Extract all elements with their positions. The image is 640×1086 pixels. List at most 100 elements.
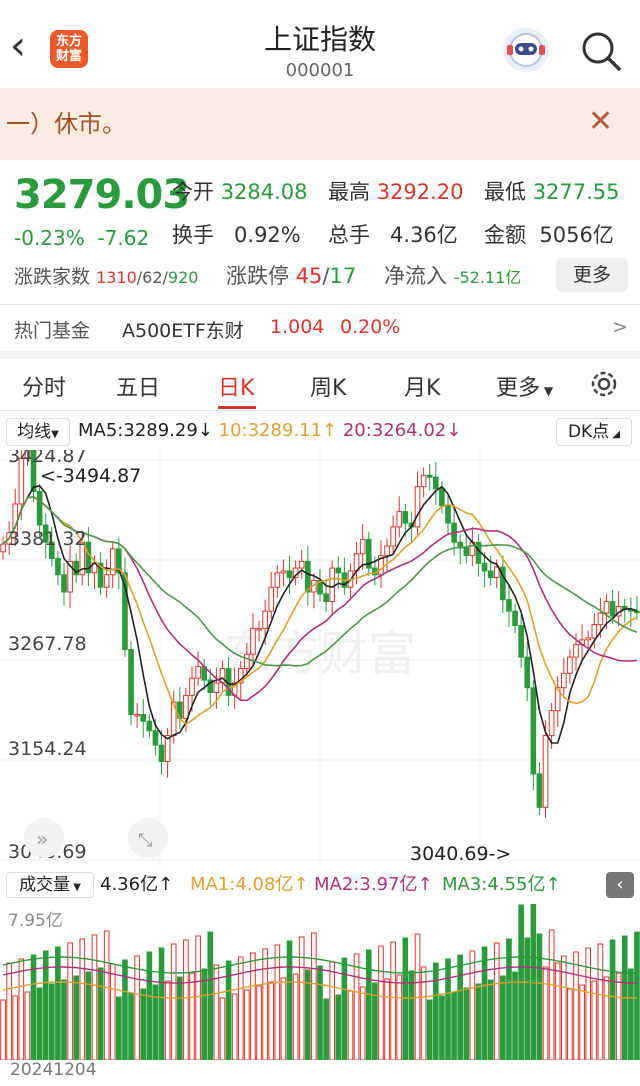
candle-body [463, 547, 470, 557]
date-label: 20241204 [10, 1060, 97, 1080]
candle-body [0, 543, 6, 553]
candle-body [109, 548, 116, 576]
assistant-robot-icon[interactable] [503, 28, 549, 72]
active-tab-indicator [218, 406, 256, 409]
chevron-right-icon: > [612, 316, 628, 338]
turnover-row: 换手 0.92% [172, 219, 301, 249]
volume-bar [55, 946, 61, 1061]
open-label: 今开 [172, 180, 214, 204]
volume-bar [384, 978, 390, 1061]
volume-bar [469, 950, 476, 1061]
volume-bar [512, 971, 518, 1061]
high-annotation: <-3494.87 [40, 465, 141, 487]
candle-body [445, 505, 451, 524]
volume-bar [609, 939, 616, 1061]
volume-bar [487, 979, 494, 1061]
volume-legend: 成交量 ▼ 4.36亿↑ MA1:4.08亿↑ MA2:3.97亿↑ MA3:4… [0, 870, 640, 900]
volume-bar [79, 938, 86, 1061]
low-annotation: 3040.69-> [410, 843, 511, 865]
volume-bar [189, 972, 195, 1061]
amount-row: 金额 5056亿 [484, 219, 614, 249]
turnover-value: 0.92% [234, 223, 301, 247]
ma-select[interactable]: 均线▼ [6, 418, 70, 446]
tab-monthly-k[interactable]: 月K [404, 370, 440, 402]
candle-body [384, 545, 390, 557]
candle-body [481, 562, 488, 572]
dk-point-select[interactable]: DK点 ◢ [556, 418, 632, 446]
volume-bar [365, 949, 372, 1061]
volume-select[interactable]: 成交量 ▼ [6, 872, 94, 898]
tab-daily-k[interactable]: 日K [218, 370, 254, 402]
candle-body [183, 694, 189, 719]
volume-bar [6, 962, 12, 1061]
volume-bar [250, 952, 256, 1061]
candle-body [146, 720, 153, 732]
volume-bar [140, 988, 147, 1061]
volume-bar [298, 936, 305, 1061]
volume-bar [347, 990, 354, 1061]
candle-body [426, 474, 433, 478]
candle-body [134, 714, 140, 717]
adv-up: 1310 [96, 268, 137, 287]
volume-bar [353, 953, 360, 1061]
volume-bar [109, 963, 116, 1061]
volume-bar [524, 937, 531, 1061]
volume-bar [256, 985, 262, 1061]
y-axis-label: 3267.78 [8, 633, 87, 655]
volume-ma1: MA1:4.08亿↑ [190, 874, 309, 895]
candle-body [359, 538, 366, 555]
tab-intraday[interactable]: 分时 [22, 370, 66, 402]
inflow-row: 净流入 -52.11亿 [384, 260, 521, 290]
volume-bar [18, 958, 25, 1061]
period-tabs: 分时 五日 日K 周K 月K 更多 ▼ [0, 360, 640, 410]
volume-bar [48, 983, 55, 1061]
candle-body [518, 625, 524, 658]
divider [0, 351, 640, 359]
volume-bar [30, 954, 37, 1061]
volume-bar [207, 931, 214, 1061]
volume-bar [274, 944, 281, 1061]
volume-bar [579, 984, 585, 1061]
close-icon[interactable]: ✕ [588, 104, 613, 139]
expand-arrows: » [36, 827, 48, 851]
more-button[interactable]: 更多 [556, 258, 628, 292]
volume-bar [122, 959, 128, 1061]
volume-bar [585, 947, 592, 1061]
candle-body [335, 567, 342, 574]
change-value: -7.62 [97, 226, 150, 250]
volume-ma3: MA3:4.55亿↑ [442, 874, 561, 895]
volume-bar [201, 968, 208, 1061]
volume-bar [420, 966, 427, 1061]
collapse-icon[interactable]: ‹ [606, 872, 634, 898]
volume-value: 4.36亿↑ [100, 874, 174, 895]
volume-bar [493, 942, 500, 1061]
adv-decline: 涨跌家数 1310/62/920 [14, 266, 199, 288]
search-icon[interactable] [580, 30, 622, 72]
candle-body [268, 586, 275, 612]
volume-select-label: 成交量 [19, 875, 71, 895]
candle-body [286, 570, 293, 579]
candle-body [244, 653, 250, 670]
volume-bar [195, 935, 201, 1061]
notice-banner: 一）休市。 [0, 88, 640, 160]
volume-bar [103, 930, 110, 1061]
kline-chart[interactable]: 东方财富3424.873381.323267.783154.243040.69<… [0, 435, 640, 868]
ma20-value: 20:3264.02↓ [342, 420, 462, 441]
hot-fund-row[interactable]: 热门基金 A500ETF东财 1.004 0.20% > [0, 305, 640, 351]
volume-bar [323, 998, 329, 1061]
low-row: 最低 3277.55 [484, 176, 620, 206]
volume-bar [451, 991, 457, 1061]
open-row: 今开 3284.08 [172, 176, 308, 206]
fund-label: 热门基金 [14, 320, 91, 342]
volume-ma2: MA2:3.97亿↑ [314, 874, 433, 895]
volume-bar [548, 929, 555, 1061]
tab-five-day[interactable]: 五日 [116, 370, 160, 402]
vol-label: 总手 [328, 223, 370, 247]
gear-icon[interactable] [586, 366, 622, 402]
volume-bar [439, 995, 445, 1061]
candle-body [262, 610, 268, 629]
tab-more[interactable]: 更多 ▼ [496, 370, 553, 402]
volume-bar [615, 972, 622, 1061]
candle-body [390, 526, 396, 547]
tab-weekly-k[interactable]: 周K [310, 370, 346, 402]
